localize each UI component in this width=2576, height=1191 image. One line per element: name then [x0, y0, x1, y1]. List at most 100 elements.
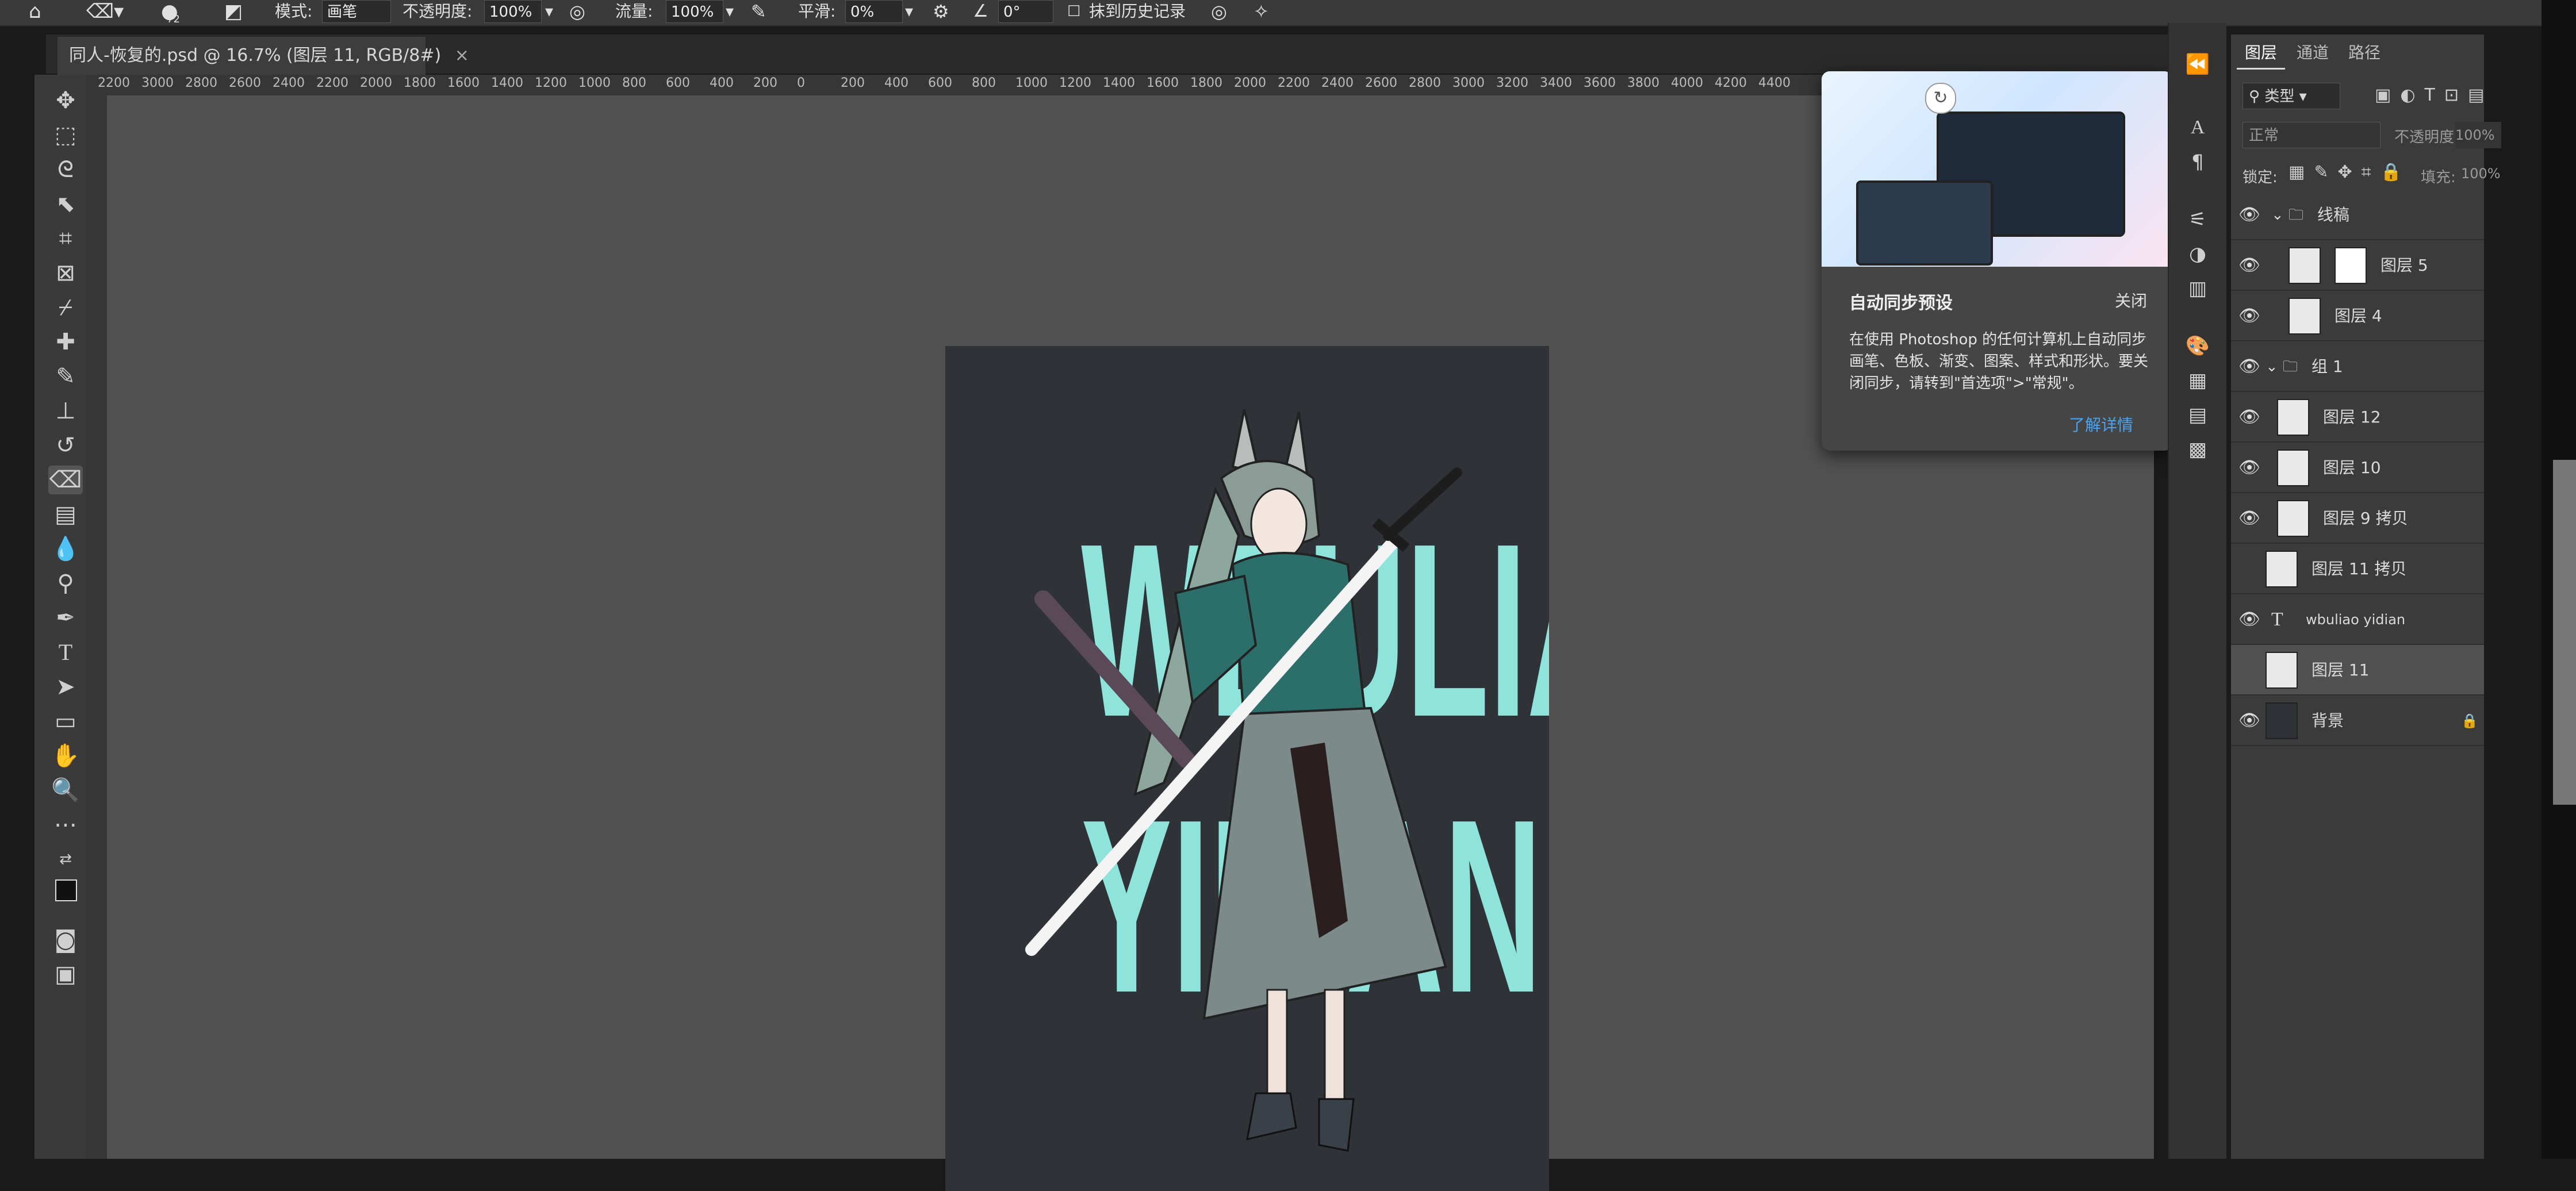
tab-layers[interactable]: 图层: [2237, 38, 2286, 70]
move-tool-icon[interactable]: ✥: [48, 86, 83, 115]
color-panel-icon[interactable]: 🎨: [2185, 333, 2210, 359]
layer-name: 图层 11: [2312, 660, 2370, 679]
adjustments-panel-icon[interactable]: ⚟: [2185, 207, 2210, 232]
gear-icon[interactable]: ⚙: [933, 0, 949, 23]
brush-size-label: 72: [167, 13, 180, 25]
home-icon[interactable]: ⌂: [29, 0, 41, 23]
ruler-tick-label: 3400: [1540, 76, 1572, 90]
layer-row-background[interactable]: 👁 背景 🔒: [2231, 696, 2484, 746]
patterns-panel-icon[interactable]: ▩: [2185, 437, 2210, 462]
visibility-eye-icon[interactable]: 👁: [2238, 659, 2261, 682]
tab-channels[interactable]: 通道: [2288, 38, 2337, 68]
layers-panel: 图层 通道 路径 ⚲ 类型 ▾ ▣◐T⊡▤ 正常 不透明度: 100% 锁定: …: [2231, 34, 2501, 1159]
layer-row-layer5[interactable]: 👁 图层 5: [2231, 240, 2484, 291]
visibility-eye-icon[interactable]: 👁: [2238, 355, 2261, 378]
layer-opacity-input[interactable]: 100%: [2455, 122, 2501, 148]
ruler-tick-label: 2200: [316, 76, 348, 90]
clone-stamp-icon[interactable]: ⊥: [48, 397, 83, 425]
erase-history-checkbox[interactable]: ☐: [1067, 0, 1080, 23]
auto-sync-popup: ↻ 自动同步预设 关闭 在使用 Photoshop 的任何计算机上自动同步画笔、…: [1822, 71, 2172, 451]
popup-close-button[interactable]: 关闭: [2115, 289, 2147, 312]
layer-row-layer4[interactable]: 👁 图层 4: [2231, 291, 2484, 341]
opacity-input[interactable]: 100%: [484, 0, 542, 23]
visibility-eye-icon[interactable]: 👁: [2238, 507, 2261, 530]
flow-dropdown-icon[interactable]: ▾: [726, 0, 734, 23]
frame-tool-icon[interactable]: ⊠: [48, 259, 83, 287]
visibility-eye-icon[interactable]: 👁: [2238, 254, 2261, 277]
eraser-preset-icon[interactable]: ⌫▾: [86, 0, 124, 23]
fill-input[interactable]: 100%: [2461, 166, 2501, 182]
layer-row-group-lineart[interactable]: 👁 ⌄ 🗀 线稿: [2231, 190, 2484, 240]
visibility-eye-icon[interactable]: 👁: [2238, 608, 2261, 631]
quick-mask-icon[interactable]: ◙: [48, 925, 83, 954]
swatches-panel-icon[interactable]: ▦: [2185, 368, 2210, 393]
character-panel-icon[interactable]: A: [2185, 115, 2210, 140]
default-colors-icon[interactable]: ⇄: [48, 845, 83, 874]
zoom-tool-icon[interactable]: 🔍: [48, 776, 83, 805]
path-select-icon[interactable]: ➤: [48, 673, 83, 701]
filter-type-icons[interactable]: ▣◐T⊡▤: [2375, 85, 2493, 105]
screen-mode-icon[interactable]: ▣: [48, 960, 83, 989]
lasso-tool-icon[interactable]: ᘓ: [48, 155, 83, 184]
tab-paths[interactable]: 路径: [2340, 38, 2389, 68]
layer-row-layer11[interactable]: 👁 图层 11: [2231, 645, 2484, 696]
blend-mode-select[interactable]: 正常: [2242, 122, 2380, 148]
close-tab-icon[interactable]: ×: [455, 45, 469, 66]
eraser-tool-icon[interactable]: ⌫: [48, 466, 83, 494]
mode-select[interactable]: 画笔: [322, 0, 391, 23]
eyedropper-tool-icon[interactable]: ⌿: [48, 293, 83, 322]
libraries-panel-icon[interactable]: ▥: [2185, 276, 2210, 301]
layer-thumbnail: [2266, 551, 2298, 587]
group-expand-icon[interactable]: ⌄ 🗀: [2266, 341, 2298, 392]
quick-select-tool-icon[interactable]: ⬉: [48, 190, 83, 218]
dodge-tool-icon[interactable]: ⚲: [48, 569, 83, 598]
brush-settings-icon[interactable]: ◩: [224, 0, 243, 23]
hand-tool-icon[interactable]: ✋: [48, 742, 83, 770]
history-brush-icon[interactable]: ↺: [48, 431, 83, 460]
pen-tool-icon[interactable]: ✒: [48, 604, 83, 632]
group-expand-icon[interactable]: ⌄ 🗀: [2271, 190, 2303, 240]
marquee-tool-icon[interactable]: ⬚: [48, 121, 83, 149]
type-tool-icon[interactable]: T: [48, 638, 83, 667]
blur-tool-icon[interactable]: 💧: [48, 535, 83, 563]
layer-row-layer12[interactable]: 👁 图层 12: [2231, 392, 2484, 443]
layer-filter-select[interactable]: ⚲ 类型 ▾: [2242, 83, 2340, 109]
rectangle-tool-icon[interactable]: ▭: [48, 707, 83, 736]
visibility-eye-icon[interactable]: 👁: [2238, 305, 2261, 328]
layer-row-group1[interactable]: 👁 ⌄ 🗀 组 1: [2231, 341, 2484, 392]
pressure-opacity-icon[interactable]: ◎: [569, 0, 585, 23]
crop-tool-icon[interactable]: ⌗: [48, 224, 83, 253]
lock-options-icons[interactable]: ▦✎✥⌗🔒: [2288, 162, 2411, 182]
smoothing-input[interactable]: 0%: [845, 0, 903, 23]
document-tab[interactable]: 同人-恢复的.psd @ 16.7% (图层 11, RGB/8#) ×: [57, 37, 469, 75]
pressure-size-icon[interactable]: ◎: [1211, 0, 1227, 23]
layer-row-layer9-copy[interactable]: 👁 图层 9 拷贝: [2231, 493, 2484, 544]
history-panel-icon[interactable]: ⏪: [2185, 52, 2210, 77]
airbrush-icon[interactable]: ✎: [751, 0, 766, 23]
symmetry-icon[interactable]: ✧: [1254, 0, 1269, 23]
learn-more-link[interactable]: 了解详情: [2069, 413, 2133, 436]
foreground-color-swatch[interactable]: [55, 879, 77, 901]
visibility-eye-icon[interactable]: 👁: [2238, 456, 2261, 479]
smoothing-dropdown-icon[interactable]: ▾: [905, 0, 913, 23]
angle-input[interactable]: 0°: [998, 0, 1053, 23]
opacity-dropdown-icon[interactable]: ▾: [545, 0, 553, 23]
visibility-eye-icon[interactable]: 👁: [2238, 709, 2261, 732]
ruler-tick-label: 4000: [1671, 76, 1703, 90]
gradients-panel-icon[interactable]: ▤: [2185, 402, 2210, 428]
visibility-eye-icon[interactable]: 👁: [2238, 203, 2261, 226]
flow-input[interactable]: 100%: [666, 0, 723, 23]
layer-name: 图层 11 拷贝: [2312, 559, 2407, 578]
more-tools-icon[interactable]: ⋯: [48, 810, 83, 839]
layer-row-layer11-copy[interactable]: 👁 图层 11 拷贝: [2231, 544, 2484, 594]
document-canvas[interactable]: WBULIAO YIDIAN: [945, 346, 1549, 1191]
healing-brush-icon[interactable]: ✚: [48, 328, 83, 356]
properties-panel-icon[interactable]: ◑: [2185, 241, 2210, 267]
layer-row-text[interactable]: 👁 T wbuliao yidian: [2231, 594, 2484, 645]
brush-tool-icon[interactable]: ✎: [48, 362, 83, 391]
gradient-tool-icon[interactable]: ▤: [48, 500, 83, 529]
visibility-eye-icon[interactable]: 👁: [2238, 406, 2261, 429]
visibility-eye-icon[interactable]: 👁: [2238, 558, 2261, 581]
paragraph-panel-icon[interactable]: ¶: [2185, 149, 2210, 175]
layer-row-layer10[interactable]: 👁 图层 10: [2231, 443, 2484, 493]
